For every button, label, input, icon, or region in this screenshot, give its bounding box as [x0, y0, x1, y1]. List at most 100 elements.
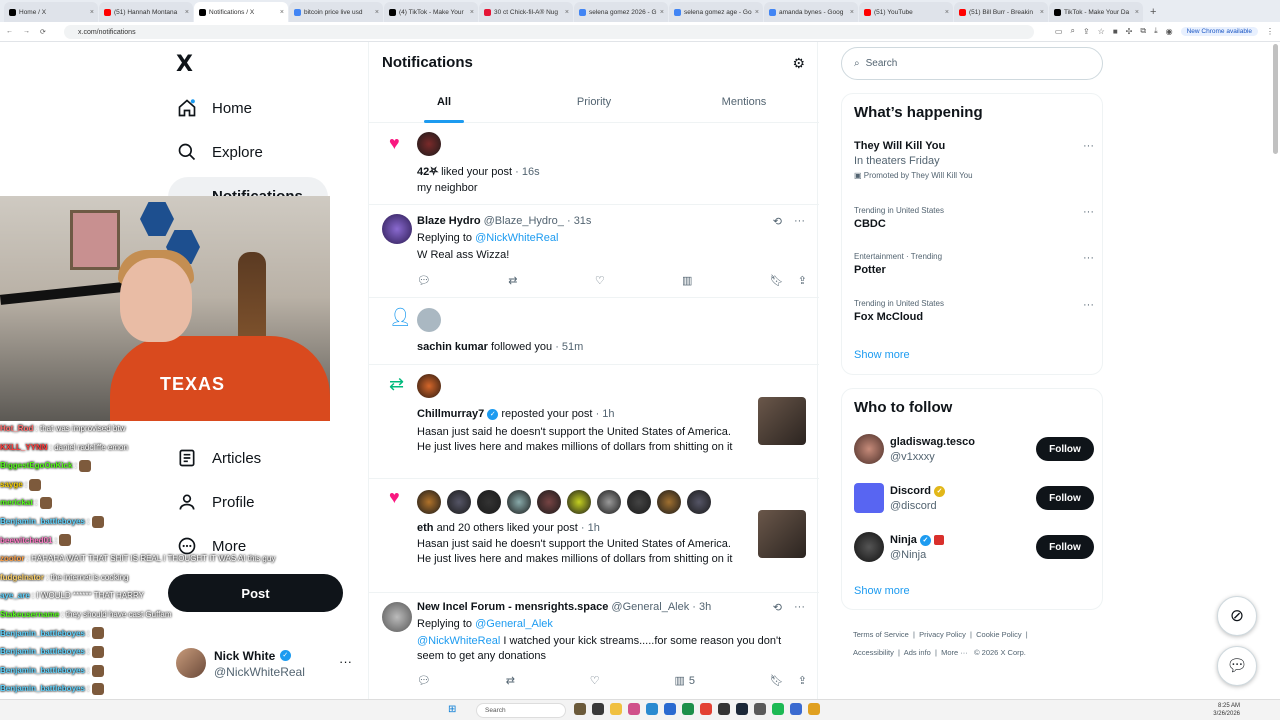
- more-dots-icon[interactable]: ···: [339, 654, 352, 669]
- browser-tab[interactable]: (51) Hannah Montana ×: [99, 2, 193, 22]
- post-thumbnail[interactable]: [758, 397, 806, 445]
- browser-tab[interactable]: (51) YouTube ×: [859, 2, 953, 22]
- close-icon[interactable]: ×: [1135, 9, 1139, 16]
- repost-icon[interactable]: ⇄: [508, 274, 517, 287]
- browser-tab[interactable]: (51) Bill Burr - Breakin ×: [954, 2, 1048, 22]
- views-icon[interactable]: ▥: [682, 274, 692, 287]
- edge-icon[interactable]: [646, 703, 658, 715]
- more-dots-icon[interactable]: ···: [794, 601, 805, 614]
- avatar[interactable]: [382, 602, 412, 632]
- footer-more[interactable]: More ···: [941, 648, 968, 657]
- notif-user[interactable]: 42⛧: [417, 166, 438, 178]
- browser-tab[interactable]: (4) TikTok - Make Your ×: [384, 2, 478, 22]
- nav-home[interactable]: Home: [176, 97, 252, 119]
- notif-user[interactable]: eth: [417, 522, 434, 534]
- browser-tab[interactable]: TikTok - Make Your Da ×: [1049, 2, 1143, 22]
- taskbar-app-icon[interactable]: [718, 703, 730, 715]
- footer-cookie[interactable]: Cookie Policy: [976, 630, 1021, 639]
- close-icon[interactable]: ×: [280, 9, 284, 16]
- close-icon[interactable]: ×: [660, 9, 664, 16]
- gear-icon[interactable]: ⚙: [792, 55, 805, 72]
- steam-icon[interactable]: [736, 703, 748, 715]
- like-icon[interactable]: ♡: [595, 274, 605, 287]
- reply-handle[interactable]: @General_Alek: [611, 601, 689, 613]
- reply-handle[interactable]: @Blaze_Hydro_: [484, 215, 564, 227]
- taskbar-app-icon[interactable]: [664, 703, 676, 715]
- bookmark-icon[interactable]: 🔖︎: [770, 674, 784, 687]
- mention-link[interactable]: @NickWhiteReal: [417, 635, 500, 647]
- more-dots-icon[interactable]: ···: [1083, 140, 1094, 152]
- puzzle-icon[interactable]: ✣: [1126, 27, 1133, 36]
- footer-privacy[interactable]: Privacy Policy: [919, 630, 966, 639]
- close-icon[interactable]: ×: [755, 9, 759, 16]
- liker-avatar[interactable]: [567, 490, 591, 514]
- browser-tab[interactable]: Home / X ×: [4, 2, 98, 22]
- liker-avatar[interactable]: [477, 490, 501, 514]
- close-icon[interactable]: ×: [850, 9, 854, 16]
- url-field[interactable]: x.com/notifications: [64, 25, 1034, 39]
- browser-tab[interactable]: selena gomez 2026 - G ×: [574, 2, 668, 22]
- share-icon[interactable]: ⇪: [798, 274, 807, 287]
- downloads-icon[interactable]: ⤓: [1154, 26, 1158, 36]
- liker-avatar[interactable]: [657, 490, 681, 514]
- notification-reply[interactable]: Blaze Hydro @Blaze_Hydro_ · 31s ⟲ ··· Re…: [369, 206, 819, 298]
- warning-icon[interactable]: [808, 703, 820, 715]
- follow-button[interactable]: Follow: [1036, 437, 1094, 461]
- post-thumbnail[interactable]: [758, 510, 806, 558]
- more-dots-icon[interactable]: ···: [1083, 206, 1094, 218]
- bookmark-icon[interactable]: 🔖︎: [770, 274, 784, 287]
- scrollbar[interactable]: [1273, 44, 1278, 154]
- back-icon[interactable]: ←: [6, 28, 13, 35]
- browser-tab[interactable]: Notifications / X ×: [194, 2, 288, 22]
- tab-mentions[interactable]: Mentions: [669, 86, 819, 122]
- close-icon[interactable]: ×: [185, 9, 189, 16]
- bookmark-star-icon[interactable]: ☆: [1098, 27, 1105, 36]
- show-more-link[interactable]: Show more: [854, 585, 910, 597]
- reload-icon[interactable]: ⟳: [40, 28, 46, 36]
- avatar[interactable]: [382, 214, 412, 244]
- browser-tab[interactable]: selena gomez age - Go ×: [669, 2, 763, 22]
- replying-to-handle[interactable]: @General_Alek: [475, 618, 553, 630]
- reply-icon[interactable]: 💬︎: [417, 274, 431, 287]
- taskbar-app-icon[interactable]: [682, 703, 694, 715]
- chrome-update-button[interactable]: New Chrome available: [1180, 26, 1258, 36]
- x-logo[interactable]: X: [176, 52, 193, 77]
- views-button[interactable]: ▥ 5: [674, 674, 695, 688]
- taskbar-search[interactable]: Search: [476, 703, 566, 718]
- nav-explore[interactable]: Explore: [176, 141, 263, 163]
- trend-item[interactable]: Trending in United States CBDC ···: [854, 206, 1094, 230]
- windows-start-icon[interactable]: ⊞: [448, 704, 456, 715]
- footer-terms[interactable]: Terms of Service: [853, 630, 909, 639]
- more-dots-icon[interactable]: ···: [1083, 299, 1094, 311]
- close-icon[interactable]: ×: [945, 9, 949, 16]
- taskbar-app-icon[interactable]: [574, 703, 586, 715]
- show-more-link[interactable]: Show more: [854, 349, 910, 361]
- promoted-trend[interactable]: They Will Kill You In theaters Friday ▣ …: [854, 140, 1094, 180]
- follow-suggestion[interactable]: Discord ✓ @discord Follow: [854, 483, 1094, 517]
- tab-all[interactable]: All: [369, 86, 519, 123]
- trend-item[interactable]: Entertainment · Trending Potter ···: [854, 252, 1094, 276]
- menu-icon[interactable]: ⋮: [1266, 27, 1274, 36]
- close-icon[interactable]: ×: [1040, 9, 1044, 16]
- extension-icon[interactable]: ■: [1113, 27, 1118, 36]
- more-dots-icon[interactable]: ···: [1083, 252, 1094, 264]
- replying-to-handle[interactable]: @NickWhiteReal: [475, 232, 558, 244]
- profile-icon[interactable]: ◉: [1166, 27, 1173, 36]
- browser-tab[interactable]: bitcoin price live usd ×: [289, 2, 383, 22]
- follow-suggestion[interactable]: gladiswag.tesco @v1xxxy Follow: [854, 434, 1094, 468]
- notif-user[interactable]: Chillmurray7: [417, 408, 484, 420]
- footer-ads[interactable]: Ads info: [904, 648, 931, 657]
- like-icon[interactable]: ♡: [590, 674, 600, 687]
- notification-like[interactable]: ♥ 42⛧ liked your post · 16s my neighbor: [369, 124, 819, 205]
- liker-avatar[interactable]: [687, 490, 711, 514]
- notification-like-group[interactable]: ♥ eth and 20 others liked your post · 1h…: [369, 480, 819, 593]
- notification-repost[interactable]: ⇄ Chillmurray7 ✓ reposted your post · 1h…: [369, 366, 819, 479]
- close-icon[interactable]: ×: [375, 9, 379, 16]
- share-icon[interactable]: ⇪: [1083, 27, 1090, 36]
- grok-button[interactable]: ⊘: [1217, 596, 1257, 636]
- trend-item[interactable]: Trending in United States Fox McCloud ··…: [854, 299, 1094, 323]
- follow-suggestion[interactable]: Ninja ✓ @Ninja Follow: [854, 532, 1094, 566]
- chrome-icon[interactable]: [700, 703, 712, 715]
- taskbar-clock[interactable]: 8:25 AM 3/26/2026: [1213, 702, 1240, 718]
- forward-icon[interactable]: →: [23, 28, 30, 35]
